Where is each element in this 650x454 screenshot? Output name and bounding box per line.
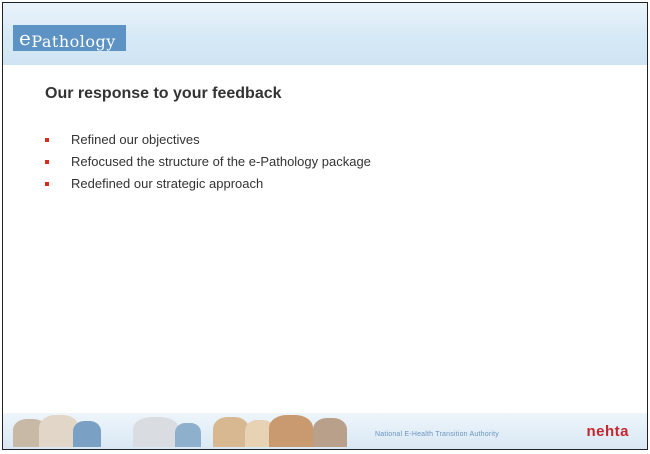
bullet-list: Refined our objectives Refocused the str… <box>45 129 371 195</box>
person-photo <box>133 417 179 447</box>
bullet-square-icon <box>45 182 49 186</box>
logo-text: Pathology <box>31 32 116 51</box>
bullet-item: Refined our objectives <box>45 129 371 151</box>
footer-photo-strip <box>13 415 353 447</box>
bullet-text: Refined our objectives <box>71 132 200 147</box>
pathology-logo: ePathology <box>13 25 126 51</box>
person-photo <box>213 417 249 447</box>
footer-organisation: National E-Health Transition Authority <box>375 431 499 438</box>
person-photo <box>175 423 201 447</box>
person-photo <box>73 421 101 447</box>
bullet-square-icon <box>45 160 49 164</box>
slide-title: Our response to your feedback <box>45 85 282 102</box>
logo-initial: e <box>19 26 32 50</box>
header-band: ePathology <box>3 3 647 65</box>
bullet-text: Redefined our strategic approach <box>71 176 264 191</box>
footer-band: National E-Health Transition Authority n… <box>3 413 647 449</box>
bullet-text: Refocused the structure of the e-Patholo… <box>71 154 371 169</box>
person-photo <box>313 418 347 447</box>
bullet-item: Redefined our strategic approach <box>45 173 371 195</box>
bullet-item: Refocused the structure of the e-Patholo… <box>45 151 371 173</box>
slide: ePathology Our response to your feedback… <box>2 2 648 450</box>
nehta-logo: nehta <box>586 423 629 440</box>
person-photo <box>269 415 313 447</box>
bullet-square-icon <box>45 138 49 142</box>
